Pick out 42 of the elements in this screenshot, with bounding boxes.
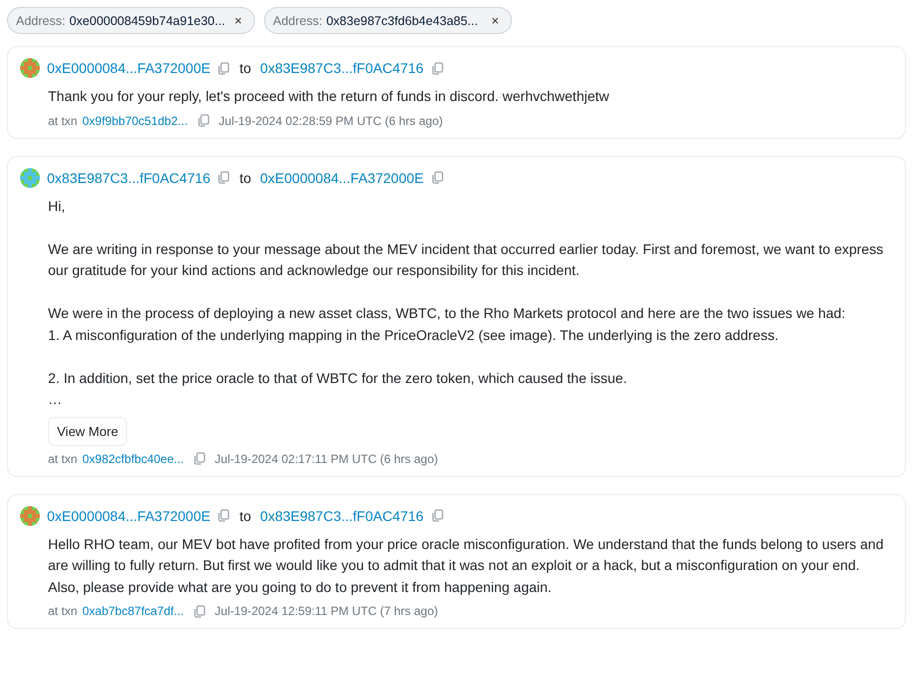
- txn-hash-link[interactable]: 0x9f9bb70c51db2...: [82, 114, 188, 128]
- recipient-address-link[interactable]: 0xE0000084...FA372000E: [260, 170, 424, 186]
- to-label: to: [239, 508, 252, 524]
- message-text: We are writing in response to your message about the MEV incident that occurred earlier today. First and foremost, we want to express our gratitude for your kind actions and acknowledge our responsibility for this incident.: [48, 240, 884, 280]
- copy-icon[interactable]: [430, 509, 444, 522]
- copy-icon[interactable]: [430, 171, 444, 184]
- copy-icon[interactable]: [192, 604, 206, 618]
- filter-label: Address:: [16, 14, 66, 28]
- txn-label: at txn: [48, 114, 78, 128]
- filter-label: Address:: [273, 14, 322, 28]
- copy-icon[interactable]: [217, 509, 230, 522]
- timestamp: Jul-19-2024 02:28:59 PM UTC (6 hrs ago): [218, 114, 443, 128]
- sender-address-link[interactable]: 0x83E987C3...fF0AC4716: [47, 170, 210, 186]
- close-button[interactable]: ×: [232, 13, 244, 28]
- timestamp: Jul-19-2024 12:59:11 PM UTC (7 hrs ago): [214, 604, 438, 618]
- txn-hash-link[interactable]: 0xab7bc87fca7df...: [82, 604, 184, 618]
- message-text: Hello RHO team, our MEV bot have profited from your price oracle misconfiguration. We understand that the funds belong to users and are willing to fully return. But first we would like you to admit that it was not an exploit or a hack, but a misconfiguration on your end. Also, please provide what are you going to do to prevent it from happening again.: [48, 534, 885, 597]
- message-text: 1. A misconfiguration of the underlying mapping in the PriceOracleV2 (see image). The underlying is the zero address.: [48, 326, 780, 345]
- filter-value: 0x83e987c3fd6b4e43a85...: [326, 14, 478, 28]
- txn-label: at txn: [48, 452, 78, 466]
- copy-icon[interactable]: [217, 171, 230, 184]
- recipient-address-link[interactable]: 0x83E987C3...fF0AC4716: [260, 508, 424, 524]
- txn-label: at txn: [48, 604, 78, 618]
- txn-hash-link[interactable]: 0x982cfbfbc40ee...: [82, 452, 184, 466]
- message-text: …: [48, 390, 63, 409]
- close-button[interactable]: ×: [489, 13, 501, 28]
- message-text: Hi,: [48, 196, 66, 216]
- copy-icon[interactable]: [196, 114, 210, 127]
- sender-address-link[interactable]: 0xE0000084...FA372000E: [47, 60, 210, 76]
- filter-value: 0xe000008459b74a91e30...: [69, 14, 226, 28]
- copy-icon[interactable]: [430, 62, 444, 74]
- message-text: We were in the process of deploying a new asset class, WBTC, to the Rho Markets protocol and here are the two issues we had:: [48, 304, 846, 323]
- copy-icon[interactable]: [192, 452, 206, 465]
- timestamp: Jul-19-2024 02:17:11 PM UTC (6 hrs ago): [214, 452, 438, 466]
- recipient-address-link[interactable]: 0x83E987C3...fF0AC4716: [260, 60, 424, 76]
- copy-icon[interactable]: [217, 62, 230, 74]
- sender-address-link[interactable]: 0xE0000084...FA372000E: [47, 508, 210, 524]
- view-more-button[interactable]: View More: [48, 416, 128, 446]
- message-text: Thank you for your reply, let's proceed with the return of funds in discord. werhvchwethjetw: [48, 87, 610, 106]
- to-label: to: [239, 60, 252, 76]
- message-text: 2. In addition, set the price oracle to that of WBTC for the zero token, which caused the issue.: [48, 368, 628, 388]
- to-label: to: [239, 170, 252, 186]
